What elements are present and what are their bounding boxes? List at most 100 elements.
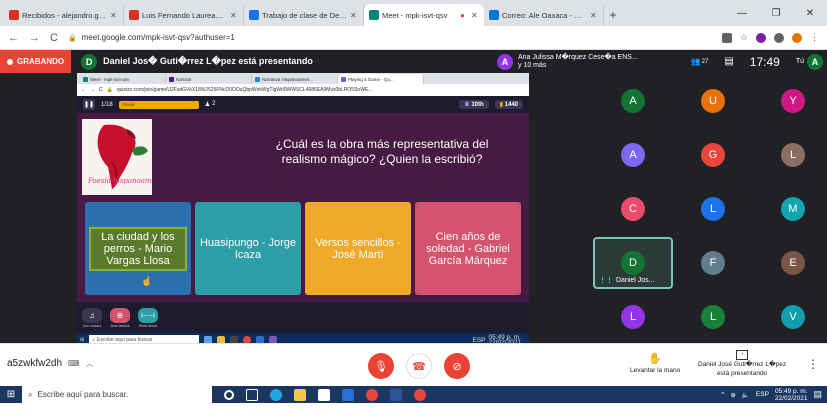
reload-icon[interactable]: C <box>50 32 58 44</box>
close-icon[interactable]: ✕ <box>230 11 238 20</box>
presenting-name: Daniel José Guti�rrez L�pez <box>698 361 787 368</box>
windows-start-icon[interactable]: ⊞ <box>0 386 22 403</box>
self-label: Tú <box>795 58 804 65</box>
close-icon[interactable]: ✕ <box>793 0 827 26</box>
store-icon[interactable] <box>318 388 330 401</box>
extension-icon[interactable] <box>756 32 766 43</box>
back-icon[interactable]: ← <box>8 32 19 44</box>
answer-options: La ciudad y los perros - Mario Vargas Ll… <box>85 202 521 295</box>
star-icon[interactable]: ☆ <box>740 32 748 43</box>
raise-hand-button[interactable]: ✋ Levantar la mano <box>630 352 680 374</box>
mic-button[interactable]: 🎙 <box>368 353 394 379</box>
record-icon <box>7 58 13 65</box>
powerup-label: Auto-lectura <box>110 323 130 328</box>
new-tab-button[interactable]: + <box>604 4 622 26</box>
tray-clock[interactable]: 05:49 p. m. 22/02/2021 <box>775 388 808 402</box>
close-icon[interactable]: ✕ <box>590 11 598 20</box>
close-icon[interactable]: ✕ <box>110 11 118 20</box>
inner-tab-narrativa: Narrativa Hispanoameri... <box>252 74 338 84</box>
answer-option-1[interactable]: La ciudad y los perros - Mario Vargas Ll… <box>85 202 191 295</box>
participant-tile[interactable]: A <box>593 129 673 181</box>
question-image: Poesía hispanoamericana <box>82 119 152 195</box>
camera-icon[interactable] <box>721 32 732 43</box>
participant-tile[interactable]: G <box>673 129 753 181</box>
word-icon[interactable] <box>390 388 402 401</box>
avatar: L <box>701 305 725 329</box>
participant-tile[interactable]: L <box>753 129 827 181</box>
powerup-readaloud: ⊢⊣ Read Aloud <box>138 307 158 328</box>
avatar: A <box>497 53 513 70</box>
leave-call-button[interactable]: ☎ <box>406 353 432 379</box>
answer-option-2[interactable]: Huasipungo - Jorge Icaza <box>195 202 301 295</box>
inner-tab-quizizz: Playing a Game - Qu... <box>338 74 424 84</box>
forward-icon[interactable]: → <box>29 32 40 44</box>
shared-screen: Meet - mpk-isvt-qsv Kahoot! Narrativa Hi… <box>77 73 529 347</box>
more-options-icon[interactable]: ⋮ <box>807 357 819 371</box>
tab-outlook[interactable]: Correo: Ale Oaxaca - Outlook ✕ <box>484 4 604 26</box>
avatar: V <box>781 305 805 329</box>
chevron-up-icon: ︿ <box>85 359 94 368</box>
app-icon[interactable] <box>414 388 426 401</box>
people-button[interactable]: 👥 27 <box>691 57 709 66</box>
inner-tab-strip: Meet - mpk-isvt-qsv Kahoot! Narrativa Hi… <box>77 73 529 84</box>
chat-icon[interactable]: ▤ <box>724 56 733 67</box>
tray-time: 05:49 p. m. <box>774 387 808 395</box>
participant-tile[interactable]: L <box>673 291 753 343</box>
puzzle-icon[interactable] <box>774 32 784 43</box>
taskbar-apps <box>224 388 426 401</box>
avatar: L <box>701 197 725 221</box>
taskbar-search[interactable]: ⌕ Escribe aquí para buscar. <box>22 386 212 403</box>
presenting-button[interactable]: ↑ Daniel José Guti�rrez L�pez está prese… <box>698 350 786 378</box>
people-icon: 👥 <box>690 57 701 66</box>
maximize-icon[interactable]: ❐ <box>759 0 793 26</box>
participant-tile[interactable]: U <box>673 75 753 127</box>
answer-option-4[interactable]: Cien años de soledad - Gabriel García Má… <box>415 202 521 295</box>
participant-tile[interactable]: C <box>593 183 673 235</box>
answer-option-3[interactable]: Versos sencillos - José Martí <box>305 202 411 295</box>
participant-tile[interactable]: V <box>753 291 827 343</box>
network-icon[interactable]: ⊕ <box>730 391 735 399</box>
profile-avatar[interactable] <box>792 32 802 43</box>
edge-icon[interactable] <box>270 388 282 401</box>
participant-tile[interactable]: L <box>673 183 753 235</box>
lang-indicator[interactable]: ESP <box>756 391 769 398</box>
players-count: ♟ 2 <box>205 101 216 108</box>
gmail-icon <box>129 10 139 20</box>
task-view-icon[interactable] <box>246 388 258 401</box>
participant-tile[interactable]: E <box>753 237 827 289</box>
presenter-text: Daniel Jos� Guti�rrez L�pez está present… <box>103 56 313 66</box>
participant-tile[interactable]: D ⋮⋮ Daniel Jos... <box>593 237 673 289</box>
powerup-label: Read Aloud <box>138 323 158 328</box>
file-explorer-icon[interactable] <box>294 388 306 401</box>
close-icon[interactable]: ✕ <box>471 11 479 20</box>
participant-tile[interactable]: F <box>673 237 753 289</box>
meeting-details[interactable]: a5zwkfw2dh ⌨ ︿ <box>7 358 94 369</box>
participant-tile[interactable]: A <box>593 75 673 127</box>
inner-tab-kahoot: Kahoot! <box>166 74 252 84</box>
url-field[interactable]: 🔒 meet.google.com/mpk-isvt-qsv?authuser=… <box>68 33 712 42</box>
avatar: D <box>81 53 98 70</box>
other-presenters: A Ana Julissa M�rquez Cese�a ENS... y 10… <box>497 50 638 73</box>
notification-icon[interactable]: ▤ <box>813 389 822 400</box>
chevron-up-icon[interactable]: ^ <box>721 391 724 398</box>
participant-tile[interactable]: Y <box>753 75 827 127</box>
volume-icon[interactable]: 🔈 <box>742 391 750 399</box>
close-icon[interactable]: ✕ <box>350 11 358 20</box>
audio-icon: ⊢⊣ <box>138 307 158 323</box>
tab-gmail[interactable]: Recibidos - alejandro.garcia.seg@... ✕ <box>4 4 124 26</box>
chrome-icon[interactable] <box>366 388 378 401</box>
camera-button[interactable]: ⊘ <box>444 353 470 379</box>
lock-icon: 🔒 <box>106 87 113 93</box>
menu-icon[interactable]: ⋮ <box>810 32 819 43</box>
mail-icon[interactable] <box>342 388 354 401</box>
tab-meet[interactable]: Meet - mpk-isvt-qsv ● ✕ <box>364 4 484 26</box>
tab-gmail-2[interactable]: Luis Fernando Laurean Barajas (E... ✕ <box>124 4 244 26</box>
participant-tile[interactable]: L <box>593 291 673 343</box>
cortana-icon[interactable] <box>224 389 234 400</box>
map-illustration: Poesía hispanoamericana <box>82 119 152 195</box>
tab-classroom[interactable]: Trabajo de clase de Desarrollo c... ✕ <box>244 4 364 26</box>
participant-tile[interactable]: M <box>753 183 827 235</box>
minimize-icon[interactable]: — <box>725 0 759 26</box>
gmail-icon <box>9 10 19 20</box>
players-value: 2 <box>212 101 216 107</box>
